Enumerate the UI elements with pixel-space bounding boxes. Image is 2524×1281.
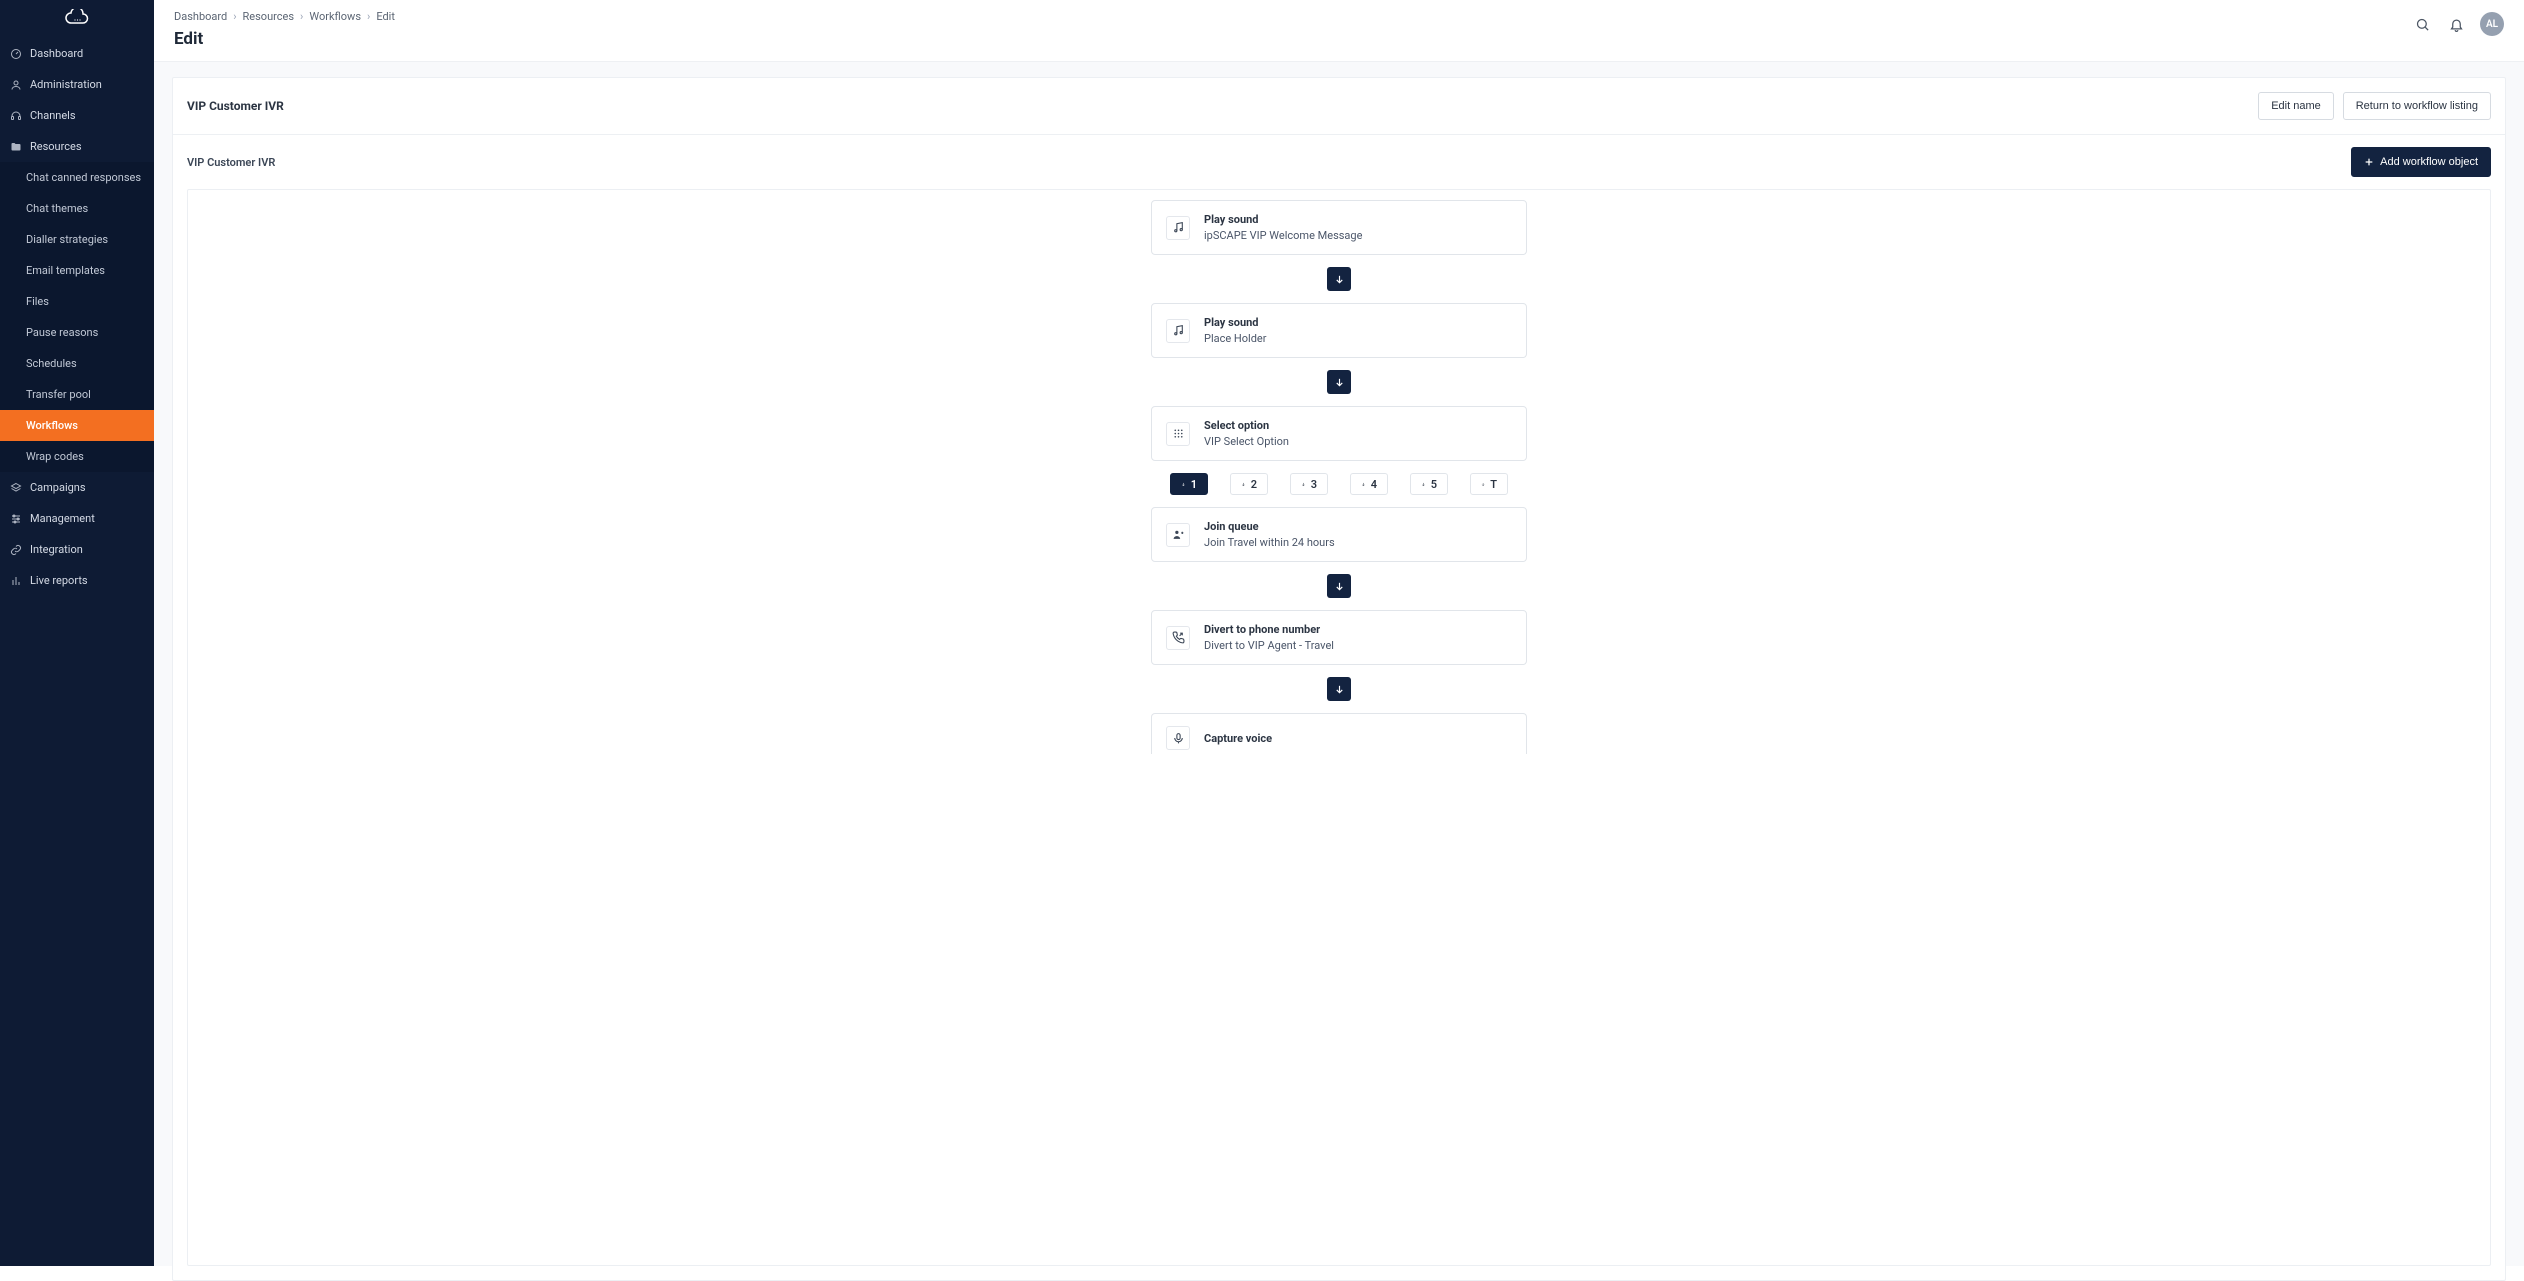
music-icon	[1166, 216, 1190, 240]
bar-chart-icon	[10, 575, 22, 587]
gauge-icon	[10, 48, 22, 60]
workflow-node-title: Play sound	[1204, 213, 1362, 226]
sidebar-item-administration[interactable]: Administration	[0, 69, 154, 100]
sidebar-subitem-email-templates[interactable]: Email templates	[0, 255, 154, 286]
plus-icon	[2364, 157, 2374, 167]
breadcrumb-link[interactable]: Edit	[376, 10, 395, 23]
breadcrumb: Dashboard › Resources › Workflows › Edit	[174, 10, 395, 23]
workflow-node-title: Divert to phone number	[1204, 623, 1334, 636]
link-icon	[10, 544, 22, 556]
workflow-node-subtitle: ipSCAPE VIP Welcome Message	[1204, 229, 1362, 242]
grid-icon	[1166, 422, 1190, 446]
workflow-node[interactable]: Join queue Join Travel within 24 hours	[1151, 507, 1527, 562]
add-workflow-object-label: Add workflow object	[2380, 156, 2478, 168]
sidebar-subitem-dialler-strategies[interactable]: Dialler strategies	[0, 224, 154, 255]
flow-arrow-down[interactable]	[1327, 677, 1351, 701]
add-workflow-object-button[interactable]: Add workflow object	[2351, 147, 2491, 177]
sliders-icon	[10, 513, 22, 525]
sidebar-item-dashboard[interactable]: Dashboard	[0, 38, 154, 69]
option-branch-T[interactable]: T	[1470, 473, 1508, 495]
workflow-node-subtitle: Place Holder	[1204, 332, 1266, 345]
chevron-right-icon: ›	[300, 10, 303, 23]
workflow-subheader: VIP Customer IVR Add workflow object	[173, 135, 2505, 189]
main-area: Dashboard › Resources › Workflows › Edit Edit …	[154, 0, 2524, 1266]
sidebar-item-label: Live reports	[30, 574, 88, 587]
topbar: Dashboard›Resources›Workflows›Edit Edit …	[154, 0, 2524, 62]
search-icon[interactable]	[2412, 14, 2432, 34]
sidebar-item-live-reports[interactable]: Live reports	[0, 565, 154, 596]
sidebar-item-label: Integration	[30, 543, 83, 556]
content-card: VIP Customer IVR Edit name Return to wor…	[172, 77, 2506, 1281]
sidebar-item-resources[interactable]: Resources	[0, 131, 154, 162]
music-icon	[1166, 319, 1190, 343]
breadcrumb-link[interactable]: Workflows	[309, 10, 361, 23]
workflow-node-title: Select option	[1204, 419, 1289, 432]
sidebar-subitem-pause-reasons[interactable]: Pause reasons	[0, 317, 154, 348]
user-icon	[10, 79, 22, 91]
sidebar-subitem-schedules[interactable]: Schedules	[0, 348, 154, 379]
phone-forward-icon	[1166, 626, 1190, 650]
edit-name-button[interactable]: Edit name	[2258, 92, 2334, 120]
queue-icon	[1166, 523, 1190, 547]
sidebar-subitem-transfer-pool[interactable]: Transfer pool	[0, 379, 154, 410]
option-branch-5[interactable]: 5	[1410, 473, 1448, 495]
page-title: Edit	[174, 29, 395, 49]
sidebar-subitem-wrap-codes[interactable]: Wrap codes	[0, 441, 154, 472]
sidebar-subitem-chat-themes[interactable]: Chat themes	[0, 193, 154, 224]
sidebar-subitem-chat-canned-responses[interactable]: Chat canned responses	[0, 162, 154, 193]
sidebar-item-label: Channels	[30, 109, 76, 122]
sidebar-item-channels[interactable]: Channels	[0, 100, 154, 131]
workflow-breadcrumb-label: VIP Customer IVR	[187, 156, 275, 169]
workflow-node-title: Capture voice	[1204, 732, 1272, 745]
workflow-title: VIP Customer IVR	[187, 99, 284, 113]
folder-icon	[10, 141, 22, 153]
option-branch-4[interactable]: 4	[1350, 473, 1388, 495]
workflow-node-subtitle: VIP Select Option	[1204, 435, 1289, 448]
workflow-node[interactable]: Play sound Place Holder	[1151, 303, 1527, 358]
workflow-node[interactable]: Capture voice	[1151, 713, 1527, 754]
sidebar-item-label: Management	[30, 512, 95, 525]
workflow-node[interactable]: Play sound ipSCAPE VIP Welcome Message	[1151, 200, 1527, 255]
sidebar-item-management[interactable]: Management	[0, 503, 154, 534]
workflow-canvas: Play soundipSCAPE VIP Welcome MessagePla…	[187, 189, 2491, 1266]
avatar[interactable]: AL	[2480, 12, 2504, 36]
sidebar-item-label: Dashboard	[30, 47, 83, 60]
workflow-node-subtitle: Divert to VIP Agent - Travel	[1204, 639, 1334, 652]
option-branch-2[interactable]: 2	[1230, 473, 1268, 495]
sidebar-item-label: Campaigns	[30, 481, 86, 494]
sidebar-item-campaigns[interactable]: Campaigns	[0, 472, 154, 503]
flow-arrow-down[interactable]	[1327, 574, 1351, 598]
sidebar-subitem-files[interactable]: Files	[0, 286, 154, 317]
workflow-node-title: Join queue	[1204, 520, 1335, 533]
logo	[0, 0, 154, 32]
chevron-right-icon: ›	[233, 10, 236, 23]
breadcrumb-link[interactable]: Dashboard	[174, 10, 227, 23]
cloud-logo-icon	[63, 9, 91, 27]
workflow-node[interactable]: Select option VIP Select Option	[1151, 406, 1527, 461]
workflow-node[interactable]: Divert to phone number Divert to VIP Agen…	[1151, 610, 1527, 665]
layers-icon	[10, 482, 22, 494]
workflow-header: VIP Customer IVR Edit name Return to wor…	[173, 78, 2505, 135]
workflow-node-subtitle: Join Travel within 24 hours	[1204, 536, 1335, 549]
select-option-branches: 12345T	[1151, 473, 1527, 495]
flow-arrow-down[interactable]	[1327, 267, 1351, 291]
sidebar: Dashboard Administration Channels Resources…	[0, 0, 154, 1266]
sidebar-item-integration[interactable]: Integration	[0, 534, 154, 565]
headset-icon	[10, 110, 22, 122]
option-branch-1[interactable]: 1	[1170, 473, 1208, 495]
sidebar-item-label: Administration	[30, 78, 102, 91]
option-branch-3[interactable]: 3	[1290, 473, 1328, 495]
sidebar-item-label: Resources	[30, 140, 82, 153]
chevron-right-icon: ›	[367, 10, 370, 23]
workflow-node-title: Play sound	[1204, 316, 1266, 329]
breadcrumb-link[interactable]: Resources	[243, 10, 295, 23]
flow-arrow-down[interactable]	[1327, 370, 1351, 394]
return-to-listing-button[interactable]: Return to workflow listing	[2343, 92, 2491, 120]
mic-icon	[1166, 726, 1190, 750]
sidebar-subitem-workflows[interactable]: Workflows	[0, 410, 154, 441]
bell-icon[interactable]	[2446, 14, 2466, 34]
